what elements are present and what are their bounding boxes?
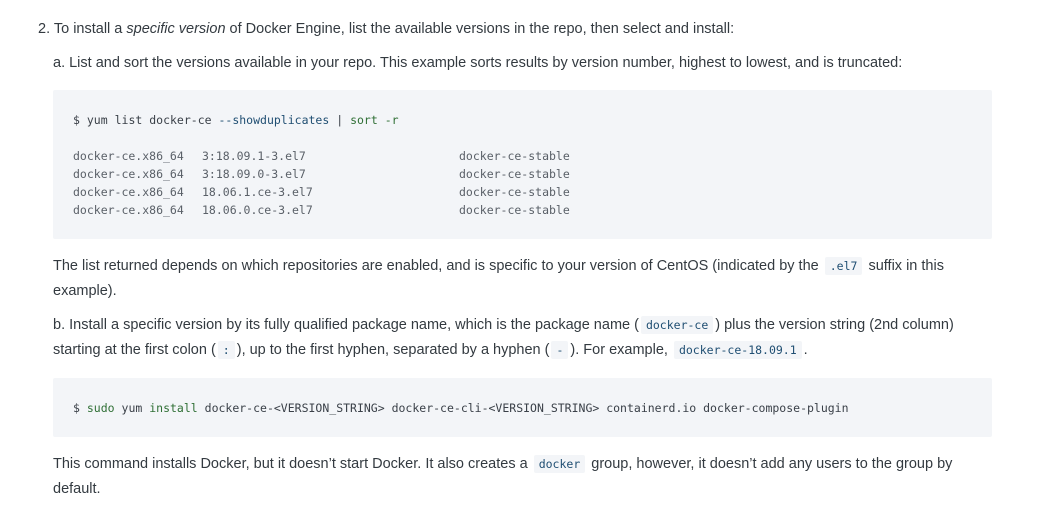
output-row: docker-ce.x86_64 18.06.0.ce-3.el7 docker-c… (53, 203, 953, 217)
output-pkg: docker-ce.x86_64 (73, 167, 184, 181)
inline-code-hyphen: - (551, 341, 569, 359)
para-2-text: This command installs Docker, but it doe… (53, 456, 532, 472)
cmd-sort: sort (350, 113, 378, 127)
cmd-yum: yum (121, 401, 143, 415)
output-repo: docker-ce-stable (459, 167, 570, 181)
output-pkg: docker-ce.x86_64 (73, 185, 184, 199)
shell-prompt: $ (73, 401, 80, 415)
step-2-text-end: of Docker Engine, list the available ver… (225, 21, 735, 37)
para-2-line-1: This command installs Docker, but it doe… (53, 454, 952, 474)
cmd-install: install (149, 401, 198, 415)
output-row: docker-ce.x86_64 3:18.09.0-3.el7 docker-ce… (53, 167, 953, 181)
step-b-text: b. Install a specific version by its ful… (53, 317, 639, 333)
step-b-text: ). For example, (570, 342, 672, 358)
code-block-install[interactable]: $ sudo yum install docker-ce-<VERSION_ST… (53, 378, 992, 437)
inline-code-docker: docker (533, 455, 586, 473)
code-block-list-versions[interactable]: $ yum list docker-ce --showduplicates | … (53, 90, 992, 239)
install-command-line: $ sudo yum install docker-ce-<VERSION_ST… (73, 401, 849, 415)
output-pkg: docker-ce.x86_64 (73, 203, 184, 217)
step-2-text: 2. To install a (38, 21, 127, 37)
inline-code-el7: .el7 (824, 257, 863, 275)
cmd-sort-flag: -r (384, 113, 399, 127)
step-b-line-2: starting at the first colon (:), up to t… (53, 340, 808, 360)
cmd-sudo: sudo (86, 401, 115, 415)
output-repo: docker-ce-stable (459, 149, 570, 163)
para-2-line-2: default. (53, 481, 101, 497)
para-1-text-end: suffix in this (864, 258, 944, 274)
shell-prompt: $ (73, 113, 80, 127)
step-2-emphasis: specific version (126, 21, 226, 37)
output-repo: docker-ce-stable (459, 203, 570, 217)
step-b-text-end: . (803, 342, 808, 358)
output-pkg: docker-ce.x86_64 (73, 149, 184, 163)
inline-code-colon: : (217, 341, 235, 359)
output-row: docker-ce.x86_64 3:18.09.1-3.el7 docker-ce… (53, 149, 953, 163)
cmd-pipe: | (336, 113, 344, 127)
output-repo: docker-ce-stable (459, 185, 570, 199)
para-1-line-2: example). (53, 283, 117, 299)
step-a-text: a. List and sort the versions available … (53, 55, 903, 71)
para-1-text: The list returned depends on which repos… (53, 258, 823, 274)
output-version: 18.06.0.ce-3.el7 (202, 203, 313, 217)
cmd-pkg: docker-ce (149, 113, 212, 127)
cmd-args: docker-ce-<VERSION_STRING> docker-ce-cli… (204, 401, 849, 415)
output-version: 18.06.1.ce-3.el7 (202, 185, 313, 199)
para-2-text-end: group, however, it doesn’t add any users… (587, 456, 953, 472)
docs-page: 2. To install a specific version of Dock… (0, 0, 1044, 506)
cmd-yum: yum (86, 113, 108, 127)
code-command-line: $ yum list docker-ce --showduplicates | … (73, 113, 399, 127)
step-b-line-1: b. Install a specific version by its ful… (53, 315, 954, 335)
step-2-heading: 2. To install a specific version of Dock… (38, 19, 734, 39)
cmd-list: list (114, 113, 143, 127)
cmd-flag: --showduplicates (218, 113, 330, 127)
inline-code-example: docker-ce-18.09.1 (673, 341, 802, 359)
output-version: 3:18.09.1-3.el7 (202, 149, 306, 163)
output-row: docker-ce.x86_64 18.06.1.ce-3.el7 docker-c… (53, 185, 953, 199)
step-b-text: ), up to the first hyphen, separated by … (236, 342, 550, 358)
para-1-line-1: The list returned depends on which repos… (53, 256, 944, 276)
inline-code-docker-ce: docker-ce (640, 316, 714, 334)
step-b-text: starting at the first colon ( (53, 342, 216, 358)
output-version: 3:18.09.0-3.el7 (202, 167, 306, 181)
step-b-text-end: ) plus the version string (2nd column) (715, 317, 954, 333)
